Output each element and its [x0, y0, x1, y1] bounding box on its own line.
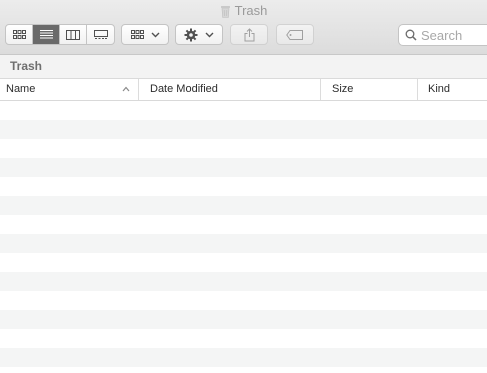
empty-list-row — [0, 272, 487, 291]
window-title-text: Trash — [234, 3, 268, 18]
window-title: Trash — [0, 2, 487, 23]
chevron-down-icon — [205, 32, 214, 37]
path-bar-label: Trash — [10, 59, 43, 73]
action-button[interactable] — [175, 24, 223, 45]
path-bar: Trash — [0, 55, 487, 79]
empty-list-row — [0, 367, 487, 373]
empty-list-row — [0, 253, 487, 272]
empty-list-row — [0, 329, 487, 348]
columns-icon — [66, 29, 80, 40]
share-button[interactable] — [230, 24, 268, 45]
list-icon — [39, 30, 53, 39]
empty-list-row — [0, 101, 487, 120]
empty-list-row — [0, 215, 487, 234]
tag-icon — [286, 29, 303, 40]
column-header-size-label: Size — [332, 83, 354, 95]
gear-icon — [184, 28, 198, 41]
empty-list-row — [0, 310, 487, 329]
empty-list-row — [0, 348, 487, 367]
column-header-kind-label: Kind — [428, 83, 451, 95]
search-placeholder: Search — [421, 27, 463, 43]
column-header-name-label: Name — [6, 83, 36, 95]
chevron-down-icon — [151, 32, 159, 37]
empty-list-row — [0, 196, 487, 215]
column-header-kind[interactable]: Kind — [417, 79, 487, 100]
file-list[interactable] — [0, 101, 487, 373]
group-by-button[interactable] — [121, 24, 169, 45]
empty-list-row — [0, 120, 487, 139]
column-header-name[interactable]: Name — [0, 79, 138, 100]
sort-ascending-icon — [122, 86, 130, 92]
column-header-date-modified-label: Date Modified — [150, 83, 218, 95]
search-icon — [405, 29, 417, 41]
column-view-button[interactable] — [60, 25, 87, 44]
column-header-date-modified[interactable]: Date Modified — [138, 79, 320, 100]
empty-list-row — [0, 291, 487, 310]
column-header-size[interactable]: Size — [320, 79, 417, 100]
empty-list-row — [0, 139, 487, 158]
grid-icon — [130, 30, 144, 39]
trash-icon — [220, 5, 231, 23]
search-field[interactable]: Search — [398, 24, 487, 46]
list-view-button[interactable] — [33, 25, 60, 44]
gallery-view-button[interactable] — [87, 25, 114, 44]
empty-list-row — [0, 234, 487, 253]
empty-list-row — [0, 158, 487, 177]
icon-view-button[interactable] — [6, 25, 33, 44]
view-mode-control — [5, 24, 115, 45]
column-headers: Name Date Modified Size Kind — [0, 79, 487, 101]
tag-button[interactable] — [276, 24, 314, 45]
finder-window: Trash Search Trash Name Date Modified Si… — [0, 0, 487, 373]
grid-icon — [12, 30, 26, 39]
toolbar: Trash Search — [0, 0, 487, 55]
share-icon — [244, 27, 254, 41]
gallery-icon — [93, 29, 108, 39]
empty-list-row — [0, 177, 487, 196]
